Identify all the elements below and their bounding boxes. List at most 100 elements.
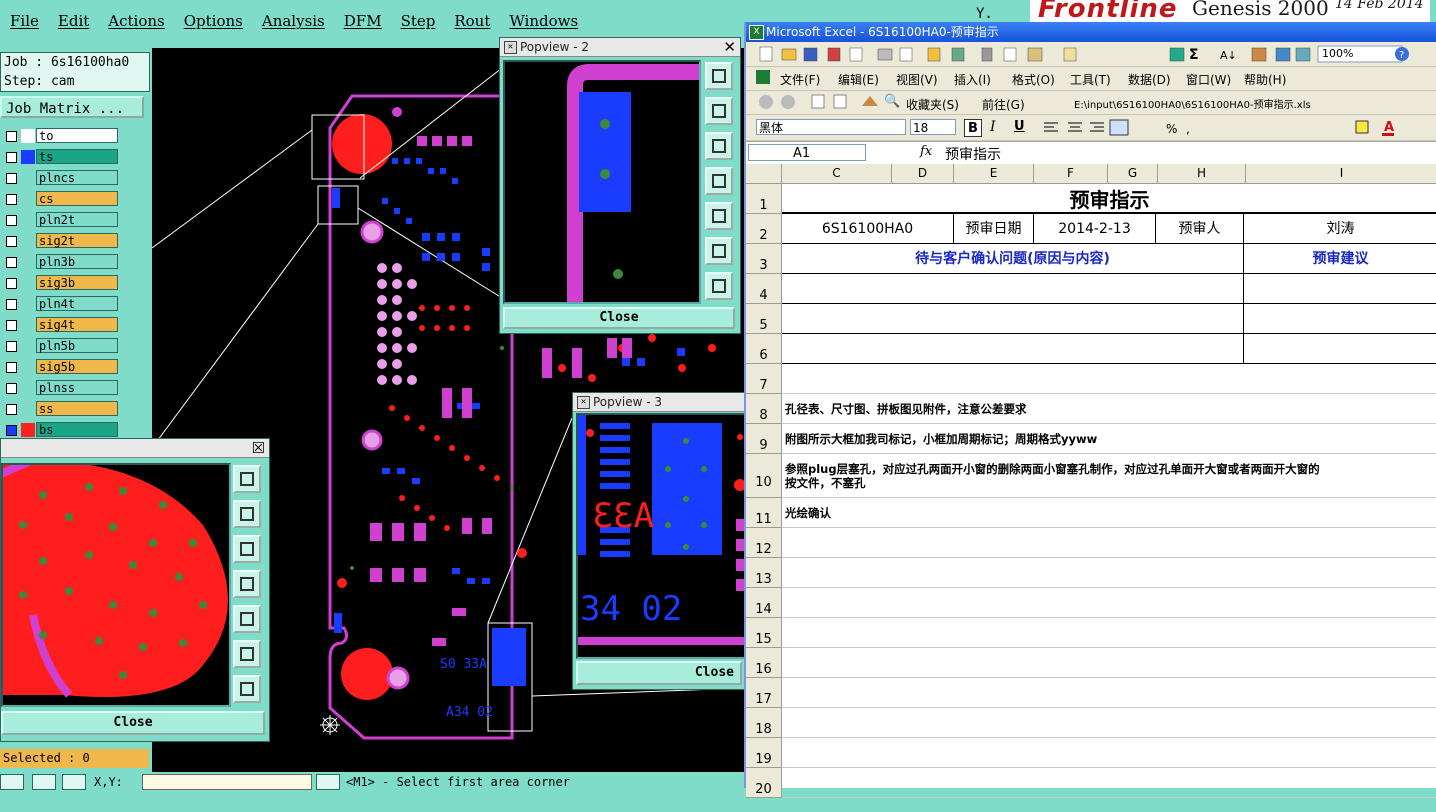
note-row-8[interactable]: 孔径表、尺寸图、拼板图见附件，注意公差要求 — [782, 394, 1436, 424]
layer-row-sig5b[interactable]: sig5b — [0, 359, 120, 375]
menu-actions[interactable]: Actions — [108, 12, 164, 30]
layer-row-bs[interactable]: bs — [0, 422, 120, 438]
sheet-title[interactable]: 预审指示 — [782, 184, 1436, 214]
fx-icon[interactable]: fx — [920, 144, 932, 159]
zoom-select[interactable]: 100% — [1322, 47, 1353, 60]
column-header-h[interactable]: H — [1158, 164, 1246, 183]
layer-checkbox[interactable] — [6, 425, 17, 436]
excel-menu-item[interactable]: 视图(V) — [896, 71, 938, 88]
pan-up-icon[interactable] — [705, 97, 733, 125]
popview-3-titlebar[interactable]: ✕ Popview - 3 — [573, 393, 745, 412]
note-row-11[interactable]: 光绘确认 — [782, 498, 1436, 528]
name-box[interactable]: A1 — [748, 144, 866, 161]
popview-3-close-button[interactable]: Close — [576, 661, 742, 685]
popview-2-view[interactable] — [503, 60, 701, 304]
layer-name[interactable]: plncs — [36, 170, 118, 185]
pan-right-icon[interactable] — [233, 605, 261, 633]
row-header[interactable]: 19 — [746, 738, 782, 768]
zoom-fit-icon[interactable] — [233, 465, 261, 493]
layer-row-sig2t[interactable]: sig2t — [0, 233, 120, 249]
popview-main-view[interactable] — [1, 463, 231, 707]
row-header[interactable]: 2 — [746, 214, 782, 244]
menu-edit[interactable]: Edit — [58, 12, 89, 30]
favorites-menu[interactable]: 收藏夹(S) — [906, 96, 959, 113]
row-header[interactable]: 3 — [746, 244, 782, 274]
row-header[interactable]: 7 — [746, 364, 782, 394]
excel-menu-item[interactable]: 帮助(H) — [1244, 71, 1286, 88]
layer-name[interactable]: bs — [36, 422, 118, 437]
menu-rout[interactable]: Rout — [454, 12, 490, 30]
font-size-select[interactable]: 18 — [910, 119, 956, 135]
menu-step[interactable]: Step — [401, 12, 436, 30]
layer-name[interactable]: ss — [36, 401, 118, 416]
suggestion-cell[interactable] — [1244, 334, 1436, 364]
job-number-cell[interactable]: 6S16100HA0 — [782, 214, 954, 244]
italic-button[interactable]: I — [990, 119, 996, 135]
suggestion-cell[interactable] — [1244, 274, 1436, 304]
pan-right-icon[interactable] — [705, 202, 733, 230]
layer-checkbox[interactable] — [6, 131, 17, 142]
layer-row-to[interactable]: to — [0, 128, 120, 144]
row-header[interactable]: 13 — [746, 558, 782, 588]
column-header-i[interactable]: I — [1246, 164, 1436, 183]
row-header[interactable]: 14 — [746, 588, 782, 618]
layer-row-plncs[interactable]: plncs — [0, 170, 120, 186]
issues-header-cell[interactable]: 待与客户确认问题(原因与内容) — [782, 244, 1244, 274]
excel-menu-item[interactable]: 工具(T) — [1070, 71, 1111, 88]
layer-name[interactable]: pln4t — [36, 296, 118, 311]
layer-checkbox[interactable] — [6, 152, 17, 163]
bold-button[interactable]: B — [964, 119, 982, 137]
excel-menu-item[interactable]: 插入(I) — [954, 71, 991, 88]
layer-checkbox[interactable] — [6, 320, 17, 331]
layer-name[interactable]: pln3b — [36, 254, 118, 269]
zoom-in-icon[interactable] — [705, 237, 733, 265]
column-header-f[interactable]: F — [1034, 164, 1108, 183]
menu-file[interactable]: File — [10, 12, 39, 30]
column-header-d[interactable]: D — [892, 164, 954, 183]
popview-2-titlebar[interactable]: ✕ Popview - 2 ✕ — [500, 38, 740, 57]
pan-down-icon[interactable] — [705, 132, 733, 160]
layer-name[interactable]: plnss — [36, 380, 118, 395]
row-header[interactable]: 1 — [746, 184, 782, 214]
layer-name[interactable]: cs — [36, 191, 118, 206]
layer-row-ss[interactable]: ss — [0, 401, 120, 417]
layer-name[interactable]: pln5b — [36, 338, 118, 353]
layer-checkbox[interactable] — [6, 404, 17, 415]
excel-menu-item[interactable]: 文件(F) — [780, 71, 820, 88]
issue-cell[interactable] — [782, 334, 1244, 364]
layer-row-pln2t[interactable]: pln2t — [0, 212, 120, 228]
row-header[interactable]: 17 — [746, 678, 782, 708]
layer-checkbox[interactable] — [6, 299, 17, 310]
menu-dfm[interactable]: DFM — [344, 12, 382, 30]
layer-row-pln3b[interactable]: pln3b — [0, 254, 120, 270]
layer-checkbox[interactable] — [6, 173, 17, 184]
popview-main-titlebar[interactable]: ☒ — [1, 439, 269, 458]
row-header[interactable]: 12 — [746, 528, 782, 558]
layer-row-pln5b[interactable]: pln5b — [0, 338, 120, 354]
menu-analysis[interactable]: Analysis — [262, 12, 325, 30]
select-all-corner[interactable] — [746, 164, 782, 183]
date-cell[interactable]: 2014-2-13 — [1034, 214, 1156, 244]
layer-checkbox[interactable] — [6, 362, 17, 373]
layer-checkbox[interactable] — [6, 341, 17, 352]
layer-row-plnss[interactable]: plnss — [0, 380, 120, 396]
layer-name[interactable]: ts — [36, 149, 118, 164]
font-select[interactable]: 黑体 — [756, 119, 906, 135]
layer-row-cs[interactable]: cs — [0, 191, 120, 207]
goto-menu[interactable]: 前往(G) — [982, 96, 1025, 113]
popview-main-close-button[interactable]: Close — [1, 711, 265, 735]
excel-menu-item[interactable]: 格式(O) — [1012, 71, 1055, 88]
formula-input[interactable]: 预审指示 — [945, 144, 1001, 164]
popview-2-close-button[interactable]: Close — [503, 307, 735, 329]
layer-name[interactable]: pln2t — [36, 212, 118, 227]
row-header[interactable]: 15 — [746, 618, 782, 648]
job-matrix-button[interactable]: Job Matrix ... — [0, 96, 144, 118]
column-header-e[interactable]: E — [954, 164, 1034, 183]
layer-checkbox[interactable] — [6, 257, 17, 268]
spreadsheet-grid[interactable]: CDEFGHI 1 2 3 4 5 6 7 8 9 10 11 12 13 14 15 16 17 18 19 20 预… — [746, 164, 1436, 798]
address-path[interactable]: E:\input\6S16100HA0\6S16100HA0-预审指示.xls — [1074, 96, 1311, 111]
menu-options[interactable]: Options — [184, 12, 243, 30]
layer-checkbox[interactable] — [6, 383, 17, 394]
excel-titlebar[interactable]: X Microsoft Excel - 6S16100HA0-预审指示 — [746, 22, 1436, 42]
zoom-fit-icon[interactable] — [705, 62, 733, 90]
